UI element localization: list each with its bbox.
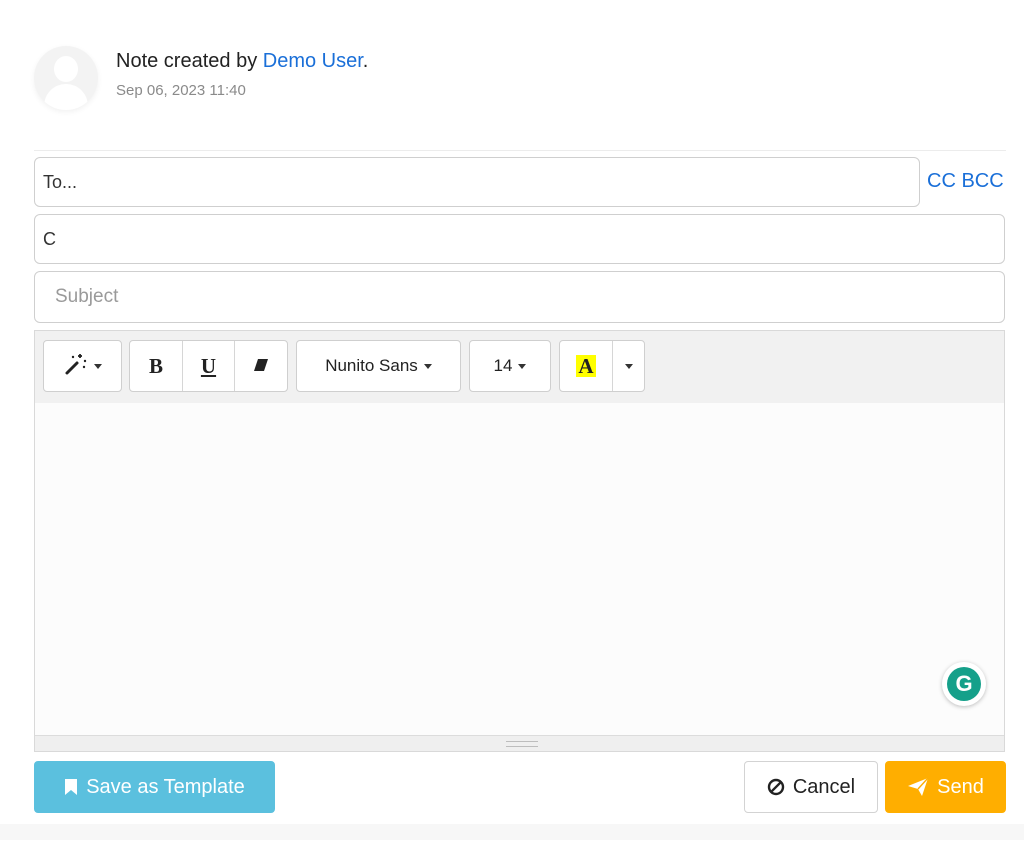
- note-text: Note created by Demo User.: [116, 50, 368, 73]
- font-family-group: Nunito Sans: [296, 340, 461, 392]
- text-color-swatch: A: [576, 354, 596, 378]
- paper-plane-icon: [907, 777, 929, 797]
- note-entry: Note created by Demo User. Sep 06, 2023 …: [34, 46, 994, 116]
- editor-toolbar: B U Nunito Sans 14 A: [35, 331, 1004, 403]
- cc-bcc-links: CC BCC: [927, 170, 1004, 193]
- font-size-dropdown[interactable]: 14: [470, 341, 550, 391]
- eraser-icon: [253, 356, 269, 377]
- style-dropdown-button[interactable]: [44, 341, 121, 391]
- clear-format-button[interactable]: [235, 341, 287, 391]
- to-field-value: To...: [43, 171, 78, 192]
- save-as-template-button[interactable]: Save as Template: [34, 761, 275, 813]
- note-prefix: Note created by: [116, 50, 263, 72]
- text-color-button[interactable]: A: [560, 341, 613, 391]
- save-as-template-label: Save as Template: [86, 775, 245, 798]
- bcc-link[interactable]: BCC: [961, 170, 1003, 192]
- note-user-link[interactable]: Demo User: [263, 50, 363, 72]
- cancel-button[interactable]: Cancel: [744, 761, 878, 813]
- bottom-strip: [0, 824, 1024, 840]
- bold-button[interactable]: B: [130, 341, 183, 391]
- grammarly-icon: G: [947, 667, 981, 701]
- font-size-value: 14: [493, 356, 513, 375]
- color-group: A: [559, 340, 645, 392]
- font-family-dropdown[interactable]: Nunito Sans: [297, 341, 460, 391]
- cc-field[interactable]: C: [34, 214, 1005, 264]
- avatar-body-shape: [44, 84, 88, 110]
- to-field[interactable]: To...: [34, 157, 920, 207]
- chevron-down-icon: [518, 363, 527, 369]
- color-dropdown-button[interactable]: [613, 341, 644, 391]
- chevron-down-icon: [93, 363, 102, 369]
- editor-resize-handle[interactable]: [35, 735, 1004, 751]
- chevron-down-icon: [624, 363, 633, 369]
- note-suffix: .: [362, 50, 369, 72]
- subject-placeholder: Subject: [55, 286, 119, 307]
- magic-wand-icon: [64, 352, 88, 381]
- avatar-head-shape: [54, 56, 78, 82]
- underline-button[interactable]: U: [183, 341, 235, 391]
- cc-link[interactable]: CC: [927, 170, 956, 192]
- font-family-value: Nunito Sans: [325, 356, 418, 375]
- font-size-group: 14: [469, 340, 551, 392]
- format-group: B U: [129, 340, 288, 392]
- send-button[interactable]: Send: [885, 761, 1006, 813]
- divider: [34, 150, 1006, 151]
- cc-field-value: C: [43, 228, 56, 249]
- note-timestamp: Sep 06, 2023 11:40: [116, 82, 246, 99]
- send-label: Send: [937, 775, 984, 798]
- grammarly-button[interactable]: G: [942, 662, 986, 706]
- style-group: [43, 340, 122, 392]
- chevron-down-icon: [423, 363, 432, 369]
- subject-input[interactable]: Subject: [34, 271, 1005, 323]
- avatar: [34, 46, 98, 110]
- editor-content-area[interactable]: [35, 403, 1004, 737]
- rich-text-editor: B U Nunito Sans 14 A G: [34, 330, 1005, 752]
- bookmark-icon: [64, 778, 78, 796]
- cancel-label: Cancel: [792, 775, 856, 798]
- cancel-icon: [767, 778, 785, 796]
- grip-icon: [506, 741, 538, 747]
